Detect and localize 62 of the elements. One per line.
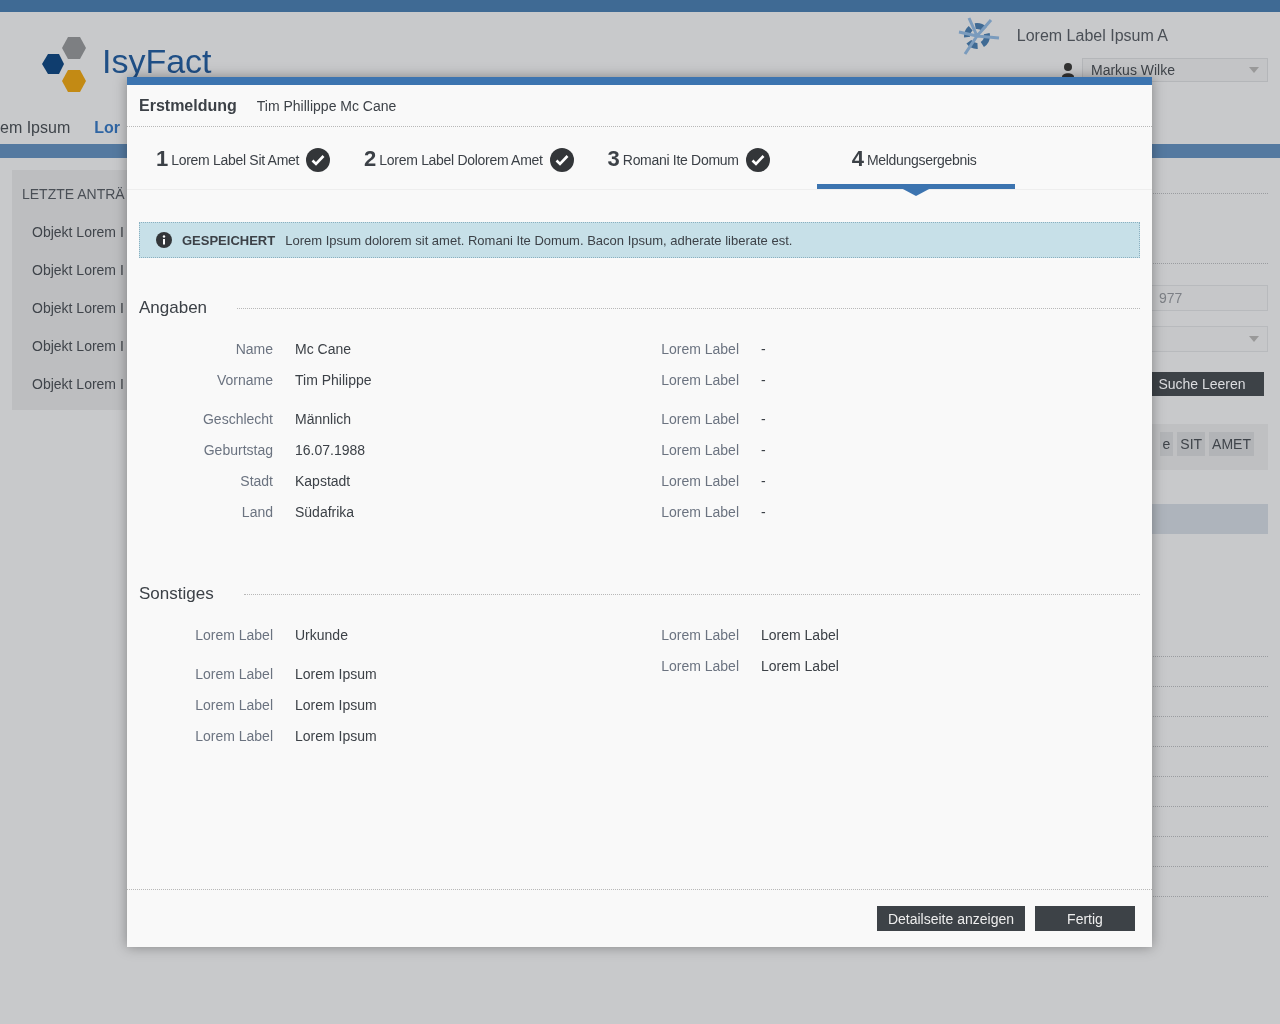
sidebar-title: LETZTE ANTRÄ xyxy=(22,186,126,202)
field-label: Lorem Label xyxy=(660,657,739,676)
section-title: Angaben xyxy=(139,298,208,318)
wizard-step[interactable]: 1 Lorem Label Sit Amet xyxy=(139,147,348,189)
caret-icon xyxy=(1249,336,1259,342)
field-label: Lorem Label xyxy=(660,441,739,460)
alert-title: GESPEICHERT xyxy=(182,232,276,248)
field-value: - xyxy=(761,410,767,429)
wizard-step[interactable]: 4 Meldungsergebnis xyxy=(816,147,1016,189)
field-label: Lorem Label xyxy=(194,665,273,684)
field-label: Lorem Label xyxy=(660,340,739,359)
field-value: - xyxy=(761,371,767,390)
field-label: Lorem Label xyxy=(194,727,273,746)
field-value: Kapstadt xyxy=(295,472,352,491)
field-label: Geburtstag xyxy=(202,441,273,460)
field-label: Lorem Label xyxy=(660,371,739,390)
user-select[interactable]: Markus Wilke xyxy=(1082,58,1268,82)
field-label: Lorem Label xyxy=(660,472,739,491)
active-step-pointer xyxy=(901,188,932,196)
field-label: Name xyxy=(234,340,273,359)
field-label: Vorname xyxy=(215,371,273,390)
field-value: Lorem Ipsum xyxy=(295,696,378,715)
dialog-button[interactable]: Detailseite anzeigen xyxy=(876,906,1025,931)
field-label: Lorem Label xyxy=(194,696,273,715)
field-label: Lorem Label xyxy=(660,410,739,429)
dialog-title: Erstmeldung xyxy=(139,97,237,115)
field-value: Urkunde xyxy=(295,626,349,645)
field-label: Lorem Label xyxy=(194,626,273,645)
field-value: Lorem Ipsum xyxy=(295,727,378,746)
section-title: Sonstiges xyxy=(139,584,214,604)
field-value: - xyxy=(761,340,767,359)
field-value: Lorem Label xyxy=(761,657,840,676)
field-value: Männlich xyxy=(295,410,353,429)
caret-icon xyxy=(1249,67,1259,73)
field-label: Geschlecht xyxy=(201,410,273,429)
field-value: Lorem Ipsum xyxy=(295,665,378,684)
app-name: Lorem Label Ipsum A xyxy=(1016,27,1168,45)
field-value: - xyxy=(761,441,767,460)
field-value: - xyxy=(761,472,767,491)
nav-link[interactable]: Lor xyxy=(94,119,121,137)
info-icon xyxy=(156,232,172,248)
dialog-button[interactable]: Fertig xyxy=(1035,906,1135,931)
field-value: Lorem Label xyxy=(761,626,840,645)
field-value: Tim Philippe xyxy=(295,371,373,390)
wizard-step[interactable]: 2 Lorem Label Dolorem Amet xyxy=(347,147,591,189)
field-label: Lorem Label xyxy=(660,503,739,522)
field-value: Südafrika xyxy=(295,503,356,522)
field-value: 16.07.1988 xyxy=(295,441,367,460)
field-label: Lorem Label xyxy=(660,626,739,645)
field-label: Stadt xyxy=(239,472,273,491)
dialog-subtitle: Tim Phillippe Mc Cane xyxy=(256,98,397,114)
logo-text: IsyFact xyxy=(102,42,212,80)
alert-text: Lorem Ipsum dolorem sit amet. Romani Ite Domum. Bacon Ipsum, adherate liberate est. xyxy=(285,232,793,248)
wizard-step[interactable]: 3 Romani Ite Domum xyxy=(590,147,787,189)
user-icon xyxy=(1062,63,1074,77)
field-value: Mc Cane xyxy=(295,340,353,359)
column-header[interactable]: AMET xyxy=(1209,432,1254,456)
column-header[interactable]: e xyxy=(1159,432,1174,456)
nav-link[interactable]: em Ipsum xyxy=(0,119,71,137)
field-value: - xyxy=(761,503,767,522)
field-label: Land xyxy=(240,503,273,522)
column-header[interactable]: SIT xyxy=(1177,432,1206,456)
